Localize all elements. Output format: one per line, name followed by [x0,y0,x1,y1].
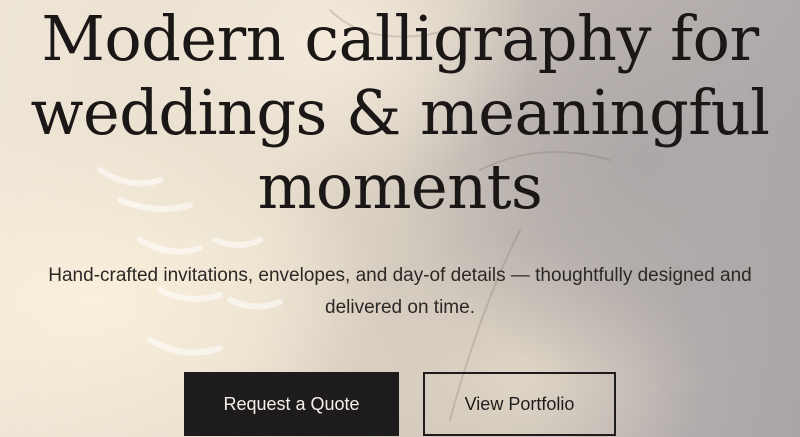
subtext-line: Hand-crafted invitations, envelopes, and… [48,265,752,286]
request-quote-button[interactable]: Request a Quote [184,372,399,436]
headline-line: moments [257,150,543,223]
hero-headline: Modern calligraphy for weddings & meanin… [0,2,800,224]
subtext-line: delivered on time. [325,297,475,318]
request-quote-label: Request a Quote [223,393,360,414]
headline-line: weddings & meaningful [30,76,770,149]
view-portfolio-button[interactable]: View Portfolio [423,372,616,436]
hero-subtext: Hand-crafted invitations, envelopes, and… [0,260,800,324]
view-portfolio-label: View Portfolio [464,393,575,414]
hero-section: Modern calligraphy for weddings & meanin… [0,0,800,437]
headline-line: Modern calligraphy for [41,2,759,75]
